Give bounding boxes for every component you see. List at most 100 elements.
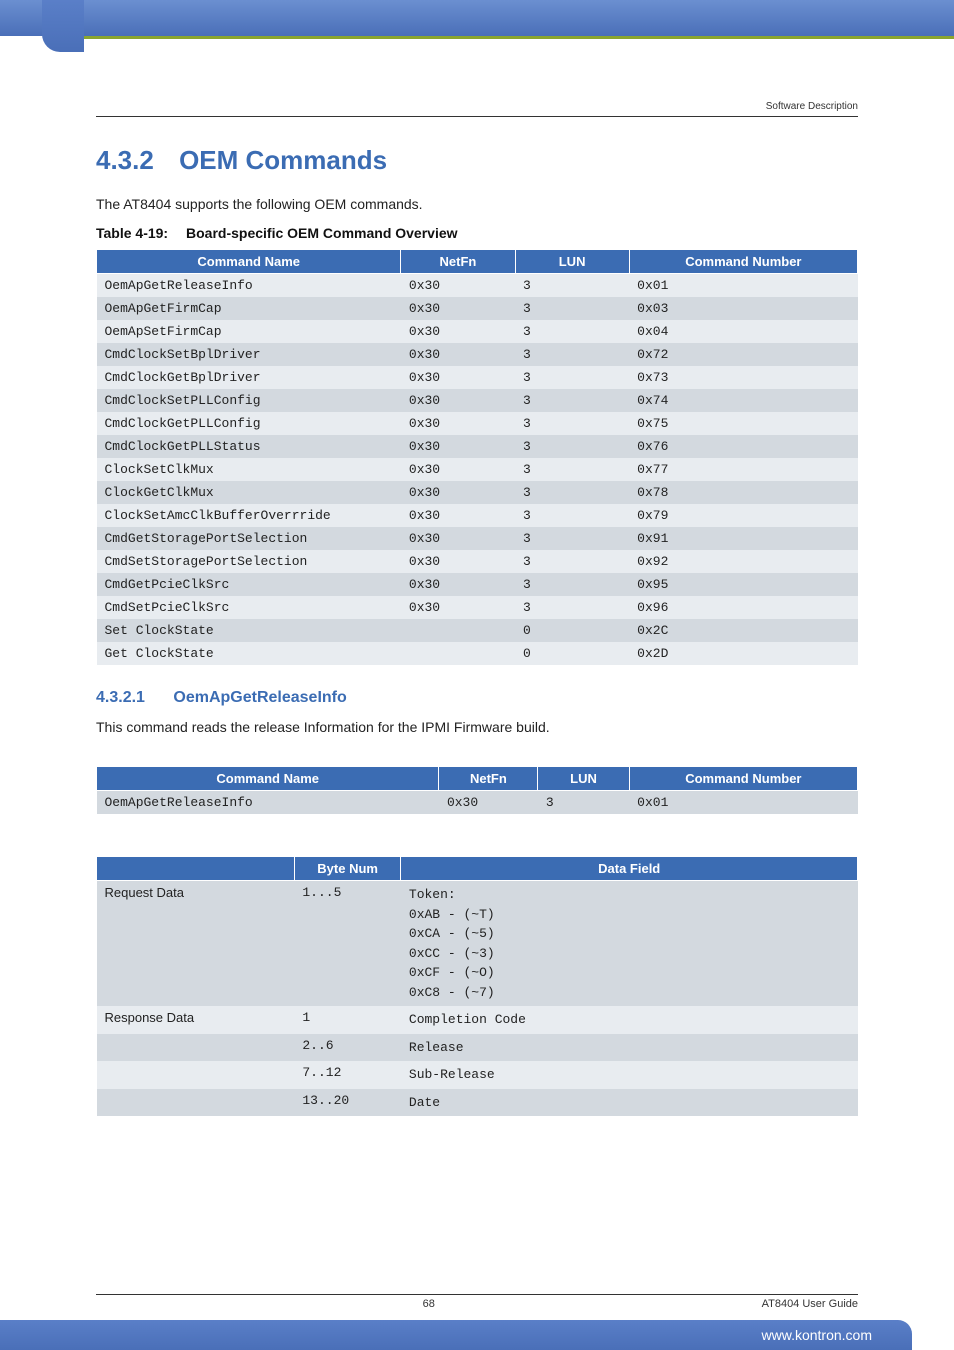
table1-header-cmdnum: Command Number — [629, 250, 857, 274]
cell-netfn — [401, 619, 515, 642]
cell-cmd: 0x79 — [629, 504, 857, 527]
cell-lun: 3 — [515, 343, 629, 366]
cell-label — [97, 1089, 295, 1117]
cell-lun: 3 — [515, 573, 629, 596]
cell-data-field: Token: 0xAB - (~T) 0xCA - (~5) 0xCC - (~… — [401, 881, 858, 1007]
cell-lun: 3 — [515, 596, 629, 619]
cell-lun: 0 — [515, 619, 629, 642]
cell-name: Get ClockState — [97, 642, 401, 665]
table1-header-netfn: NetFn — [401, 250, 515, 274]
cell-netfn: 0x30 — [401, 274, 515, 298]
table-row: ClockGetClkMux0x3030x78 — [97, 481, 858, 504]
cell-lun: 3 — [515, 527, 629, 550]
cell-netfn — [401, 642, 515, 665]
table-row: ClockSetClkMux0x3030x77 — [97, 458, 858, 481]
cell-name: OemApGetReleaseInfo — [97, 274, 401, 298]
table1-caption: Table 4-19: Board-specific OEM Command O… — [96, 225, 858, 241]
footer-url: www.kontron.com — [762, 1327, 872, 1343]
page-footer: 68 AT8404 User Guide — [96, 1294, 858, 1310]
table1-caption-num: Table 4-19: — [96, 225, 168, 241]
cell-cmd: 0x92 — [629, 550, 857, 573]
section-title-text: OEM Commands — [179, 145, 387, 175]
table2-header-lun: LUN — [538, 767, 629, 791]
cell-name: CmdSetPcieClkSrc — [97, 596, 401, 619]
cell-cmd: 0x78 — [629, 481, 857, 504]
cell-data-field: Release — [401, 1034, 858, 1062]
cell-cmd: 0x77 — [629, 458, 857, 481]
cell-netfn: 0x30 — [439, 791, 538, 815]
cell-byte-num: 1 — [294, 1006, 401, 1034]
table-row: CmdClockGetBplDriver0x3030x73 — [97, 366, 858, 389]
cell-cmd: 0x72 — [629, 343, 857, 366]
cell-name: CmdGetPcieClkSrc — [97, 573, 401, 596]
cell-name: OemApGetFirmCap — [97, 297, 401, 320]
cell-name: CmdSetStoragePortSelection — [97, 550, 401, 573]
cell-netfn: 0x30 — [401, 550, 515, 573]
cell-byte-num: 7..12 — [294, 1061, 401, 1089]
table1-caption-text: Board-specific OEM Command Overview — [186, 225, 458, 241]
cell-lun: 3 — [515, 274, 629, 298]
cell-lun: 0 — [515, 642, 629, 665]
subsection-number: 4.3.2.1 — [96, 689, 145, 706]
header-section-label: Software Description — [96, 101, 858, 117]
cell-name: Set ClockState — [97, 619, 401, 642]
cell-lun: 3 — [515, 320, 629, 343]
cell-cmd: 0x2C — [629, 619, 857, 642]
cell-label: Request Data — [97, 881, 295, 1007]
section-heading: 4.3.2 OEM Commands — [96, 145, 858, 176]
cell-cmd: 0x2D — [629, 642, 857, 665]
cell-netfn: 0x30 — [401, 343, 515, 366]
cell-cmd: 0x95 — [629, 573, 857, 596]
table-row: OemApGetReleaseInfo0x3030x01 — [97, 274, 858, 298]
subsection-title-text: OemApGetReleaseInfo — [173, 689, 346, 706]
top-corner-block — [42, 0, 84, 52]
table-row: ClockSetAmcClkBufferOverrride0x3030x79 — [97, 504, 858, 527]
cell-netfn: 0x30 — [401, 320, 515, 343]
cell-netfn: 0x30 — [401, 366, 515, 389]
cell-label — [97, 1034, 295, 1062]
table-row: CmdClockGetPLLStatus0x3030x76 — [97, 435, 858, 458]
table-row: 13..20Date — [97, 1089, 858, 1117]
cell-lun: 3 — [538, 791, 629, 815]
cell-lun: 3 — [515, 458, 629, 481]
cell-data-field: Completion Code — [401, 1006, 858, 1034]
table-row: CmdGetPcieClkSrc0x3030x95 — [97, 573, 858, 596]
table-row: CmdSetPcieClkSrc0x3030x96 — [97, 596, 858, 619]
subsection-intro: This command reads the release Informati… — [96, 717, 858, 738]
cell-lun: 3 — [515, 550, 629, 573]
table-row: OemApGetFirmCap0x3030x03 — [97, 297, 858, 320]
cell-cmd: 0x75 — [629, 412, 857, 435]
cell-netfn: 0x30 — [401, 297, 515, 320]
table-row: CmdClockSetPLLConfig0x3030x74 — [97, 389, 858, 412]
cell-netfn: 0x30 — [401, 573, 515, 596]
cell-lun: 3 — [515, 435, 629, 458]
table-row: CmdClockGetPLLConfig0x3030x75 — [97, 412, 858, 435]
cell-byte-num: 13..20 — [294, 1089, 401, 1117]
cell-cmd: 0x03 — [629, 297, 857, 320]
table-row: CmdClockSetBplDriver0x3030x72 — [97, 343, 858, 366]
cell-cmd: 0x74 — [629, 389, 857, 412]
table-row: 7..12Sub-Release — [97, 1061, 858, 1089]
table-row: Get ClockState 00x2D — [97, 642, 858, 665]
cell-lun: 3 — [515, 504, 629, 527]
cell-name: ClockSetAmcClkBufferOverrride — [97, 504, 401, 527]
table-row: Set ClockState 00x2C — [97, 619, 858, 642]
footer-page-number: 68 — [96, 1298, 762, 1310]
cell-name: CmdGetStoragePortSelection — [97, 527, 401, 550]
cell-name: OemApGetReleaseInfo — [97, 791, 439, 815]
request-response-table: Byte Num Data Field Request Data1...5Tok… — [96, 856, 858, 1116]
cell-cmd: 0x73 — [629, 366, 857, 389]
table2-header-name: Command Name — [97, 767, 439, 791]
table1-header-lun: LUN — [515, 250, 629, 274]
cell-byte-num: 2..6 — [294, 1034, 401, 1062]
table-row: Request Data1...5Token: 0xAB - (~T) 0xCA… — [97, 881, 858, 1007]
cell-name: ClockSetClkMux — [97, 458, 401, 481]
cell-netfn: 0x30 — [401, 596, 515, 619]
table3-header-bytenum: Byte Num — [294, 857, 401, 881]
cell-name: CmdClockGetBplDriver — [97, 366, 401, 389]
table-row: CmdGetStoragePortSelection0x3030x91 — [97, 527, 858, 550]
command-summary-table: Command Name NetFn LUN Command Number Oe… — [96, 766, 858, 814]
cell-byte-num: 1...5 — [294, 881, 401, 1007]
cell-cmd: 0x04 — [629, 320, 857, 343]
cell-label — [97, 1061, 295, 1089]
